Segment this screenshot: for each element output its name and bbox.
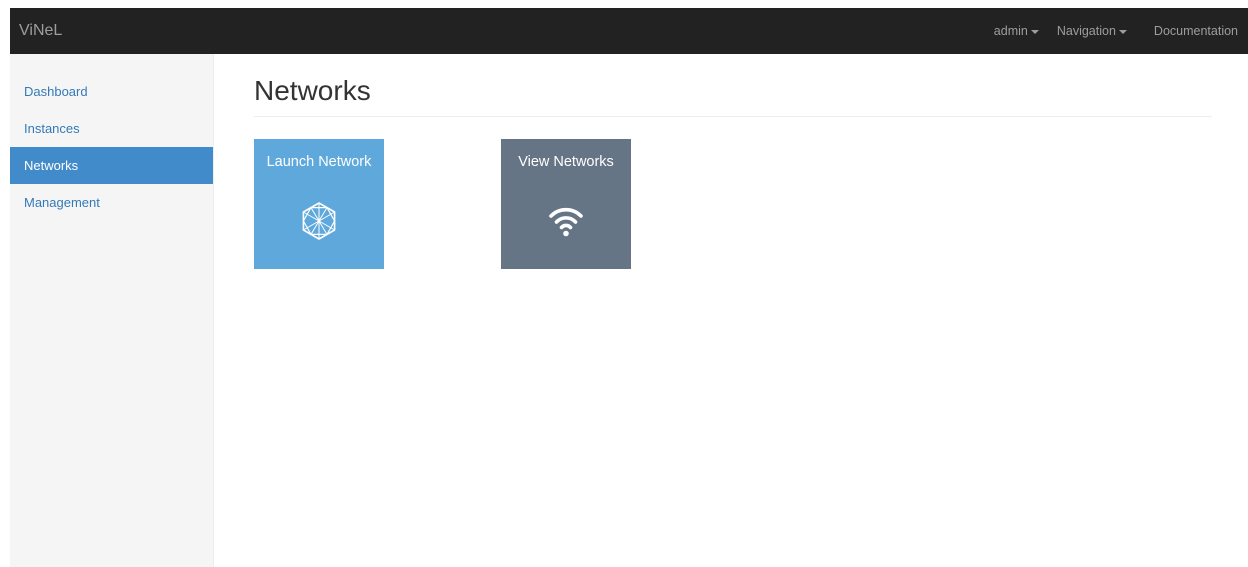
navigation-dropdown-label: Navigation	[1056, 24, 1116, 38]
navbar-right-menu: admin Navigation Documentation	[985, 8, 1248, 54]
documentation-link[interactable]: Documentation	[1136, 8, 1248, 54]
launch-network-tile[interactable]: Launch Network	[254, 139, 384, 269]
title-divider	[254, 116, 1212, 117]
view-networks-label: View Networks	[518, 154, 614, 170]
navigation-dropdown[interactable]: Navigation	[1048, 8, 1136, 54]
documentation-link-label: Documentation	[1153, 24, 1238, 38]
sidebar-item-dashboard[interactable]: Dashboard	[10, 73, 213, 110]
launch-network-label: Launch Network	[266, 154, 372, 170]
caret-down-icon	[1030, 29, 1039, 34]
sidebar: Dashboard Instances Networks Management	[10, 54, 214, 567]
admin-dropdown-label: admin	[993, 24, 1028, 38]
wifi-icon	[549, 207, 583, 237]
page-title: Networks	[254, 75, 371, 106]
sidebar-nav-list: Dashboard Instances Networks Management	[10, 73, 213, 221]
sidebar-item-networks[interactable]: Networks	[10, 147, 213, 184]
sidebar-item-management[interactable]: Management	[10, 184, 213, 221]
brand-link[interactable]: ViNeL	[19, 8, 62, 54]
view-networks-tile[interactable]: View Networks	[501, 139, 631, 269]
network-mesh-icon	[302, 202, 336, 240]
main-content: Networks Launch Network View Networks	[254, 54, 1214, 269]
admin-dropdown[interactable]: admin	[985, 8, 1048, 54]
top-navbar: ViNeL admin Navigation Documentation	[10, 8, 1248, 54]
sidebar-item-instances[interactable]: Instances	[10, 110, 213, 147]
caret-down-icon	[1118, 29, 1127, 34]
